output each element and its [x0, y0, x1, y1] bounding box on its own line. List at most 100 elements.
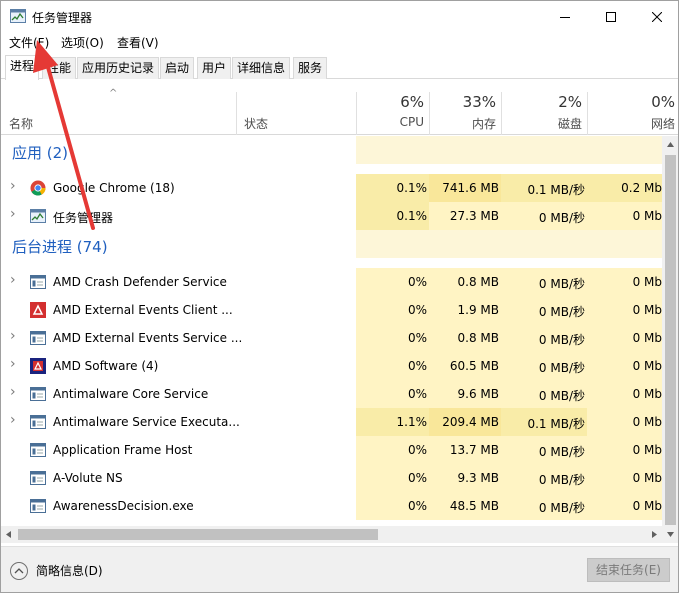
expand-chevron-icon[interactable]: › [10, 178, 16, 194]
process-cpu-value: 0.1% [396, 181, 428, 195]
process-net-value: 0 Mb [632, 331, 662, 345]
process-disk-value: 0 MB/秒 [538, 445, 585, 459]
process-row[interactable]: AwarenessDecision.exe 0% 48.5 MB 0 MB/秒 0 Mb [1, 492, 662, 520]
fewer-details-label[interactable]: 简略信息(D) [36, 562, 103, 579]
process-net-value: 0 Mb [632, 471, 662, 485]
process-row[interactable]: Application Frame Host 0% 13.7 MB 0 MB/秒 0 M… [1, 436, 662, 464]
disk-total-percent[interactable]: 2% [511, 93, 582, 111]
group-header-background[interactable]: 后台进程 (74) [1, 230, 662, 258]
end-task-button[interactable]: 结束任务(E) [587, 558, 670, 582]
horizontal-scrollbar[interactable] [1, 526, 679, 543]
process-row[interactable]: › AMD Software (4) 0% 60.5 MB 0 MB/秒 0 Mb [1, 352, 662, 380]
process-cpu-value: 0% [407, 303, 427, 317]
process-mem-value: 9.6 MB [457, 387, 499, 401]
process-row[interactable]: › AMD Crash Defender Service 0% 0.8 MB 0 MB/… [1, 268, 662, 296]
column-divider[interactable] [356, 92, 357, 135]
service-icon [30, 415, 46, 429]
column-status[interactable]: 状态 [244, 115, 268, 132]
memory-total-percent[interactable]: 33% [441, 93, 496, 111]
column-disk[interactable]: 磁盘 [511, 115, 582, 132]
menu-bar: 文件(F) 选项(O) 查看(V) [1, 32, 678, 52]
process-name: A-Volute NS [53, 471, 123, 485]
vertical-scroll-thumb[interactable] [665, 155, 676, 525]
scroll-right-icon[interactable] [645, 526, 662, 543]
minimize-icon [560, 16, 570, 18]
task-manager-app-icon [10, 9, 26, 23]
menu-file[interactable]: 文件(F) [9, 34, 49, 51]
group-title-apps: 应用 (2) [12, 144, 69, 162]
process-disk-value: 0.1 MB/秒 [527, 417, 585, 431]
column-header: ^ 名称 状态 6% CPU 33% 内存 2% 磁盘 0% 网络 [1, 80, 678, 135]
scroll-up-icon[interactable] [662, 136, 679, 153]
process-name: Antimalware Core Service [53, 387, 209, 401]
process-row[interactable]: › Antimalware Core Service 0% 9.6 MB 0 MB/秒 0… [1, 380, 662, 408]
process-row[interactable]: › Antimalware Service Executa... 1.1% 209.4… [1, 408, 662, 436]
tab-app-history[interactable]: 应用历史记录 [77, 57, 160, 79]
expand-chevron-icon[interactable]: › [10, 384, 16, 400]
maximize-button[interactable] [588, 1, 634, 32]
amd-software-icon [30, 358, 46, 374]
process-mem-value: 0.8 MB [457, 275, 499, 289]
tab-services[interactable]: 服务 [293, 57, 328, 79]
column-divider[interactable] [587, 92, 588, 135]
vertical-scrollbar[interactable] [662, 136, 679, 526]
process-row[interactable]: › AMD External Events Service ... 0% 0.8 MB… [1, 324, 662, 352]
column-cpu[interactable]: CPU [367, 115, 424, 129]
scroll-left-icon[interactable] [1, 526, 18, 543]
menu-options[interactable]: 选项(O) [61, 34, 104, 51]
process-mem-value: 48.5 MB [449, 499, 499, 513]
process-mem-value: 27.3 MB [449, 209, 499, 223]
chrome-icon [30, 180, 46, 196]
cpu-total-percent[interactable]: 6% [367, 93, 424, 111]
process-row[interactable]: › Google Chrome (18) 0.1% 741.6 MB 0.1 MB/秒 0… [1, 174, 662, 202]
expand-chevron-icon[interactable]: › [10, 356, 16, 372]
process-cpu-value: 0% [407, 387, 427, 401]
column-memory[interactable]: 内存 [441, 115, 496, 132]
expand-chevron-icon[interactable]: › [10, 412, 16, 428]
scroll-down-icon[interactable] [662, 526, 679, 543]
process-disk-value: 0 MB/秒 [538, 333, 585, 347]
sort-up-icon: ^ [109, 88, 118, 99]
column-network[interactable]: 网络 [597, 115, 675, 132]
amd-icon [30, 302, 46, 318]
horizontal-scroll-thumb[interactable] [18, 529, 378, 540]
process-net-value: 0 Mb [632, 443, 662, 457]
network-total-percent[interactable]: 0% [597, 93, 675, 111]
fewer-details-button[interactable] [10, 562, 28, 580]
column-name[interactable]: 名称 [9, 115, 33, 132]
column-divider[interactable] [236, 92, 237, 135]
column-divider[interactable] [501, 92, 502, 135]
menu-view[interactable]: 查看(V) [117, 34, 159, 51]
process-disk-value: 0 MB/秒 [538, 305, 585, 319]
process-cpu-value: 0% [407, 331, 427, 345]
minimize-button[interactable] [542, 1, 588, 32]
process-net-value: 0 Mb [632, 499, 662, 513]
expand-chevron-icon[interactable]: › [10, 272, 16, 288]
expand-chevron-icon[interactable]: › [10, 206, 16, 222]
process-cpu-value: 0.1% [396, 209, 428, 223]
process-row[interactable]: AMD External Events Client ... 0% 1.9 MB 0 … [1, 296, 662, 324]
task-manager-icon [30, 209, 46, 223]
process-mem-value: 741.6 MB [442, 181, 499, 195]
task-manager-window: 任务管理器 文件(F) 选项(O) 查看(V) 进程 性能 应用历史记录 启动 … [0, 0, 679, 593]
chevron-up-icon [14, 568, 24, 574]
process-name: AwarenessDecision.exe [53, 499, 194, 513]
process-row[interactable]: › 任务管理器 0.1% 27.3 MB 0 MB/秒 0 Mb [1, 202, 662, 230]
expand-chevron-icon[interactable]: › [10, 328, 16, 344]
tab-processes[interactable]: 进程 [5, 55, 40, 80]
column-divider[interactable] [429, 92, 430, 135]
tab-users[interactable]: 用户 [197, 57, 232, 79]
title-bar[interactable]: 任务管理器 [1, 1, 678, 32]
process-row[interactable]: A-Volute NS 0% 9.3 MB 0 MB/秒 0 Mb [1, 464, 662, 492]
process-cpu-value: 0% [407, 471, 427, 485]
tab-performance[interactable]: 性能 [42, 57, 77, 79]
process-cpu-value: 0% [407, 275, 427, 289]
process-name: AMD External Events Client ... [53, 303, 233, 317]
tab-details[interactable]: 详细信息 [232, 57, 291, 79]
close-button[interactable] [634, 1, 678, 32]
tab-startup[interactable]: 启动 [160, 57, 195, 79]
process-net-value: 0 Mb [632, 387, 662, 401]
group-header-apps[interactable]: 应用 (2) [1, 136, 662, 164]
process-name: Antimalware Service Executa... [53, 415, 240, 429]
process-name: AMD Software (4) [53, 359, 159, 373]
